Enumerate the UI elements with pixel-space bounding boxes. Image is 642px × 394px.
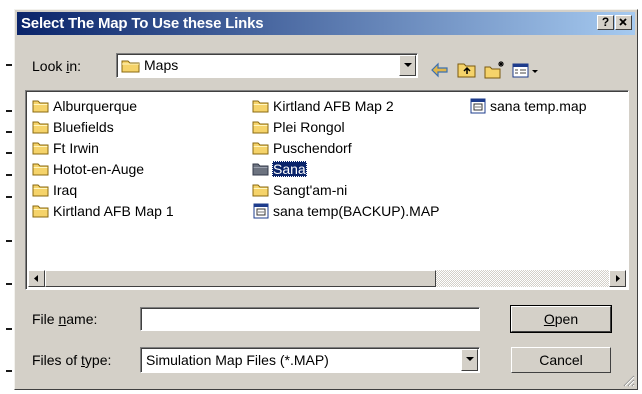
file-list[interactable]: Alburquerque Bluefields Ft Irwin Hotot-en-A… <box>25 90 629 290</box>
item-label: Plei Rongol <box>273 119 345 135</box>
item-label: sana temp.map <box>490 98 587 114</box>
file-name-label: File name: <box>32 311 98 327</box>
folder-icon <box>32 182 50 198</box>
item-label: Iraq <box>53 182 78 198</box>
back-button[interactable] <box>428 59 452 81</box>
view-menu-button[interactable] <box>510 59 542 81</box>
file-type-value: Simulation Map Files (*.MAP) <box>146 352 329 368</box>
item-label: Kirtland AFB Map 2 <box>273 98 394 114</box>
folder-icon <box>32 140 50 156</box>
file-open-dialog: Select The Map To Use these Links ? Look… <box>14 9 638 390</box>
file-type-dropdown-button[interactable] <box>461 349 478 371</box>
right-arrow-icon <box>616 275 620 282</box>
item-label: Alburquerque <box>53 98 138 114</box>
folder-item[interactable]: Iraq <box>32 180 78 200</box>
scroll-thumb[interactable] <box>45 270 436 287</box>
title-bar[interactable]: Select The Map To Use these Links ? <box>17 12 635 35</box>
folder-item[interactable]: Hotot-en-Auge <box>32 159 145 179</box>
folder-item[interactable]: Alburquerque <box>32 96 138 116</box>
new-folder-icon <box>484 61 504 79</box>
up-folder-icon <box>457 63 476 78</box>
help-button[interactable]: ? <box>597 15 614 30</box>
item-label: Puschendorf <box>273 140 352 156</box>
new-folder-button[interactable] <box>482 59 506 81</box>
file-item[interactable]: sana temp(BACKUP).MAP <box>252 201 441 221</box>
open-button[interactable]: Open <box>510 305 612 333</box>
up-folder-button[interactable] <box>455 59 479 81</box>
map-file-icon <box>469 98 487 114</box>
resize-grip-icon[interactable] <box>621 373 635 387</box>
dialog-title: Select The Map To Use these Links <box>21 15 264 32</box>
folder-icon <box>32 98 50 114</box>
folder-icon <box>252 98 270 114</box>
folder-item[interactable]: Bluefields <box>32 117 115 137</box>
scroll-left-button[interactable] <box>28 270 45 287</box>
item-label: sana temp(BACKUP).MAP <box>273 203 440 219</box>
back-arrow-icon <box>431 62 448 78</box>
cancel-button[interactable]: Cancel <box>511 347 611 373</box>
scroll-right-button[interactable] <box>609 270 626 287</box>
close-icon <box>619 18 627 26</box>
item-label: Ft Irwin <box>53 140 99 156</box>
look-in-dropdown[interactable]: Maps <box>116 53 418 78</box>
look-in-value: Maps <box>144 57 179 73</box>
close-button[interactable] <box>615 15 632 30</box>
folder-icon <box>121 60 140 73</box>
folder-item[interactable]: Ft Irwin <box>32 138 100 158</box>
look-in-dropdown-button[interactable] <box>399 55 416 76</box>
file-type-dropdown[interactable]: Simulation Map Files (*.MAP) <box>140 347 480 373</box>
look-in-label: Look in: <box>32 58 82 74</box>
folder-icon <box>32 203 50 219</box>
folder-icon <box>252 182 270 198</box>
folder-item[interactable]: Puschendorf <box>252 138 353 158</box>
help-icon: ? <box>601 15 610 29</box>
file-name-input[interactable] <box>140 307 480 331</box>
folder-icon <box>32 161 50 177</box>
left-arrow-icon <box>34 275 38 282</box>
folder-icon <box>252 140 270 156</box>
background-edge-marks <box>0 0 14 394</box>
item-label: Hotot-en-Auge <box>53 161 145 177</box>
item-label: Sangt'am-ni <box>273 182 348 198</box>
folder-item[interactable]: Plei Rongol <box>252 117 346 137</box>
folder-item[interactable]: Kirtland AFB Map 1 <box>32 201 175 221</box>
folder-item[interactable]: Sangt'am-ni <box>252 180 348 200</box>
file-type-label: Files of type: <box>32 352 112 368</box>
map-file-icon <box>252 203 270 219</box>
item-label: Bluefields <box>53 119 114 135</box>
horizontal-scrollbar[interactable] <box>28 270 626 287</box>
file-item[interactable]: sana temp.map <box>469 96 588 116</box>
item-label: Sana <box>272 161 307 177</box>
folder-icon <box>32 119 50 135</box>
folder-item[interactable]: Kirtland AFB Map 2 <box>252 96 395 116</box>
item-label: Kirtland AFB Map 1 <box>53 203 174 219</box>
scroll-track[interactable] <box>436 270 609 287</box>
folder-icon <box>252 161 270 177</box>
view-menu-icon <box>512 63 538 78</box>
folder-icon <box>252 119 270 135</box>
folder-item[interactable]: Sana <box>252 159 307 179</box>
